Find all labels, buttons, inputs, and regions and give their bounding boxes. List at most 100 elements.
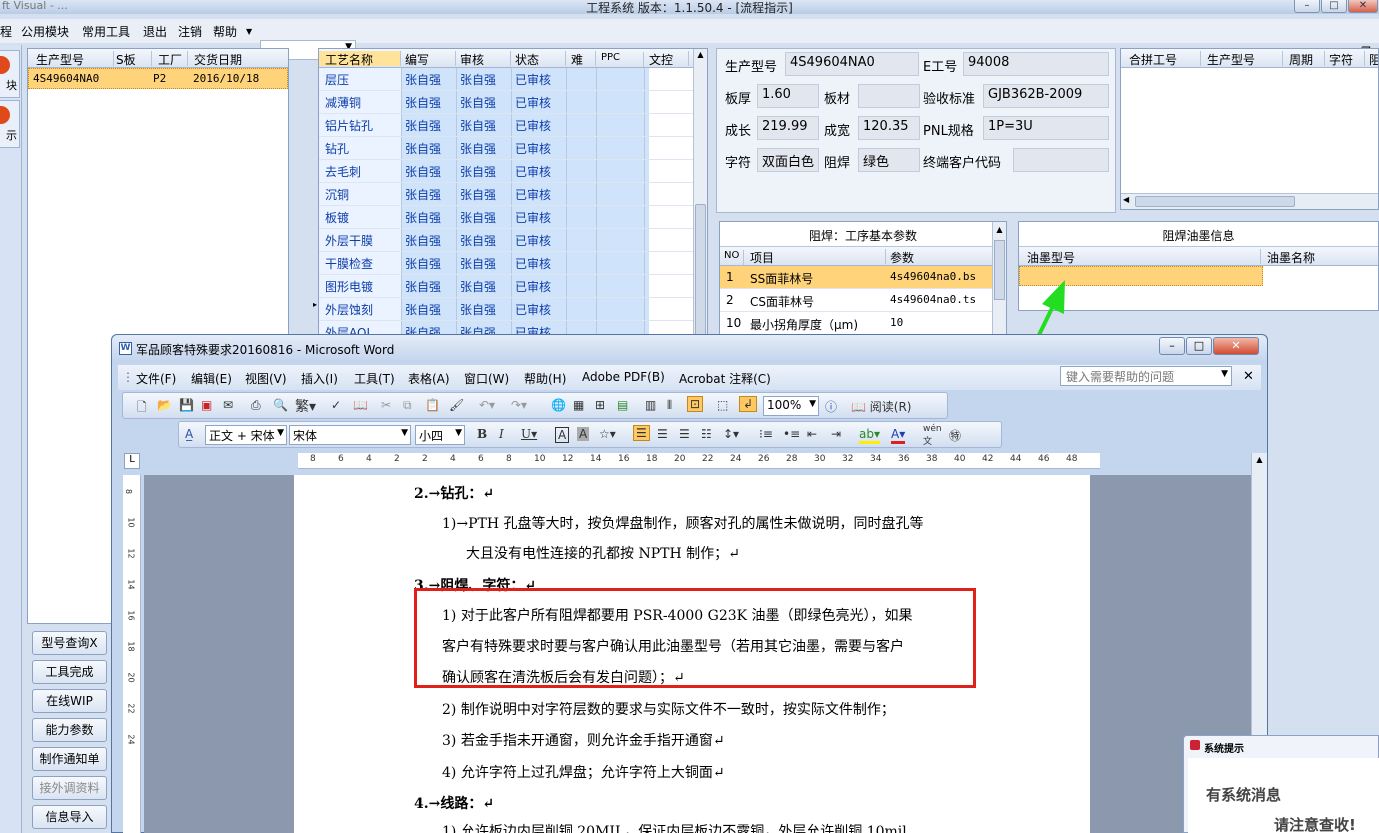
bullets-icon[interactable]: •≡	[783, 427, 800, 441]
field-char[interactable]: 双面白色	[757, 148, 819, 172]
scroll-up-icon[interactable]: ▲	[695, 50, 706, 62]
undo-icon[interactable]: ↶▾	[479, 398, 495, 412]
col-header[interactable]: 交货日期	[194, 51, 288, 67]
menu-item-public[interactable]: 公用模块	[21, 23, 69, 40]
word-menu-adobe[interactable]: Adobe PDF(B)	[582, 370, 665, 384]
chevron-down-icon[interactable]: ▼	[401, 428, 408, 438]
field-cust[interactable]	[1013, 148, 1109, 172]
scroll-thumb[interactable]	[1135, 196, 1295, 207]
styles-icon[interactable]: A̲	[185, 427, 193, 441]
word-menu-table[interactable]: 表格(A)	[408, 370, 450, 387]
paragraph-mark-icon[interactable]: ↲	[739, 396, 758, 412]
side-button-3[interactable]: 能力参数	[32, 718, 107, 742]
col-header[interactable]: 难	[571, 51, 596, 67]
col-header[interactable]: 参数	[890, 249, 990, 265]
field-model[interactable]: 4S49604NA0	[785, 52, 919, 76]
col-header[interactable]: 文控	[649, 51, 689, 67]
col-header[interactable]: 审核	[460, 51, 511, 67]
table-row[interactable]: 4S49604NA0 P2 2016/10/18	[28, 68, 288, 89]
field-mat[interactable]	[858, 84, 920, 108]
format-painter-icon[interactable]: 🖌	[449, 398, 464, 412]
chevron-down-icon[interactable]: ▼	[809, 399, 816, 409]
drawing-icon[interactable]: ⫴	[667, 398, 672, 413]
tab-selector-icon[interactable]: L	[124, 453, 140, 469]
copy-icon[interactable]: ⧉	[403, 398, 412, 413]
minimize-button[interactable]: –	[1294, 0, 1320, 13]
enclose-char-icon[interactable]: ㊕	[949, 427, 961, 444]
document-map-icon[interactable]: ⊡	[687, 396, 704, 412]
print-icon[interactable]: ⎙	[251, 398, 261, 413]
print-preview-icon[interactable]: 🔍	[273, 398, 288, 412]
permission-icon[interactable]: ▣	[201, 398, 212, 412]
word-menu-view[interactable]: 视图(V)	[245, 370, 287, 387]
help-question-input[interactable]: 键入需要帮助的问题 ▼	[1060, 366, 1232, 386]
close-button[interactable]: ✕	[1348, 0, 1378, 13]
system-notification[interactable]: 系统提示 有系统消息 请注意查收!	[1183, 735, 1379, 833]
side-button-5[interactable]: 接外调资料	[32, 776, 107, 800]
increase-indent-icon[interactable]: ⇥	[831, 427, 841, 441]
word-maximize-button[interactable]: □	[1186, 337, 1212, 355]
scroll-up-icon[interactable]: ▲	[1252, 455, 1267, 464]
char-shading-icon[interactable]: A	[577, 427, 590, 441]
word-menu-help[interactable]: 帮助(H)	[524, 370, 566, 387]
underline-icon[interactable]: U▾	[521, 427, 537, 441]
char-border-icon[interactable]: A	[555, 427, 570, 443]
traditional-chinese-icon[interactable]: 繁▾	[295, 396, 316, 416]
numbering-icon[interactable]: ⁝≡	[759, 427, 773, 441]
email-icon[interactable]: ✉	[223, 398, 233, 412]
field-thick[interactable]: 1.60	[757, 84, 819, 108]
side-button-2[interactable]: 在线WIP	[32, 689, 107, 713]
read-mode-button[interactable]: 📖 阅读(R)	[851, 398, 911, 415]
field-pnl[interactable]: 1P=3U	[983, 116, 1109, 140]
table-row[interactable]: 去毛刺 张自强 张自强 已审核	[319, 160, 695, 183]
col-header[interactable]: 字符	[1329, 51, 1365, 67]
show-hide-icon[interactable]: ⬚	[717, 398, 728, 412]
tables-borders-icon[interactable]: ▦	[573, 398, 584, 412]
col-header[interactable]: 阻	[1369, 51, 1378, 67]
table-row[interactable]: 层压 张自强 张自强 已审核	[319, 68, 695, 91]
scroll-left-icon[interactable]: ◀	[1123, 195, 1129, 204]
new-doc-icon[interactable]: 🗋	[137, 398, 147, 419]
maximize-button[interactable]: □	[1321, 0, 1347, 13]
phonetic-guide-icon[interactable]: wén 文	[923, 424, 942, 447]
spelling-icon[interactable]: ✓	[331, 398, 341, 412]
horizontal-ruler[interactable]: 8 6 4 2 2 4 6 8 10 12 14 16 18 20 22 24 26 28 30 32 34 36 38 40…	[298, 453, 1100, 469]
cut-icon[interactable]: ✂	[381, 398, 391, 412]
col-header[interactable]: 油墨名称	[1267, 249, 1367, 265]
col-header[interactable]: 周期	[1289, 51, 1325, 67]
col-header[interactable]: 合拼工号	[1129, 51, 1201, 67]
open-icon[interactable]: 📂	[157, 398, 172, 412]
font-select[interactable]: 宋体 ▼	[289, 425, 411, 445]
col-header[interactable]: 油墨型号	[1027, 249, 1261, 265]
scroll-up-icon[interactable]: ▲	[993, 225, 1006, 234]
word-menu-insert[interactable]: 插入(I)	[301, 370, 338, 387]
close-help-icon[interactable]: ✕	[1243, 369, 1254, 384]
line-spacing-icon[interactable]: ↕▾	[723, 427, 739, 441]
table-row[interactable]: 减薄铜 张自强 张自强 已审核	[319, 91, 695, 114]
insert-excel-icon[interactable]: ▤	[617, 398, 628, 412]
scroll-thumb[interactable]	[695, 204, 706, 344]
menu-item-tools[interactable]: 常用工具	[82, 23, 130, 40]
menu-item-0[interactable]: 程	[0, 23, 12, 40]
field-wid[interactable]: 120.35	[858, 116, 920, 140]
word-close-button[interactable]: ✕	[1213, 337, 1259, 355]
chevron-down-icon[interactable]: ▼	[455, 428, 462, 438]
field-std[interactable]: GJB362B-2009	[983, 84, 1109, 108]
word-minimize-button[interactable]: –	[1159, 337, 1185, 355]
research-icon[interactable]: 📖	[353, 398, 368, 412]
col-header[interactable]: 状态	[515, 51, 566, 67]
col-header[interactable]: NO	[724, 250, 744, 265]
col-header[interactable]: 工艺名称	[319, 51, 401, 67]
menu-item-logout[interactable]: 注销	[178, 23, 202, 40]
decrease-indent-icon[interactable]: ⇤	[807, 427, 817, 441]
field-len[interactable]: 219.99	[757, 116, 819, 140]
align-center-icon[interactable]: ☰	[657, 427, 668, 441]
word-menu-window[interactable]: 窗口(W)	[464, 370, 509, 387]
table-row[interactable]: 板镀 张自强 张自强 已审核	[319, 206, 695, 229]
redo-icon[interactable]: ↷▾	[511, 398, 527, 412]
font-color-icon[interactable]: A▾	[891, 427, 906, 444]
chevron-down-icon[interactable]: ▼	[1221, 369, 1228, 379]
menu-item-help[interactable]: 帮助	[213, 23, 237, 40]
field-mask[interactable]: 绿色	[858, 148, 920, 172]
col-header[interactable]: S板	[116, 51, 152, 67]
